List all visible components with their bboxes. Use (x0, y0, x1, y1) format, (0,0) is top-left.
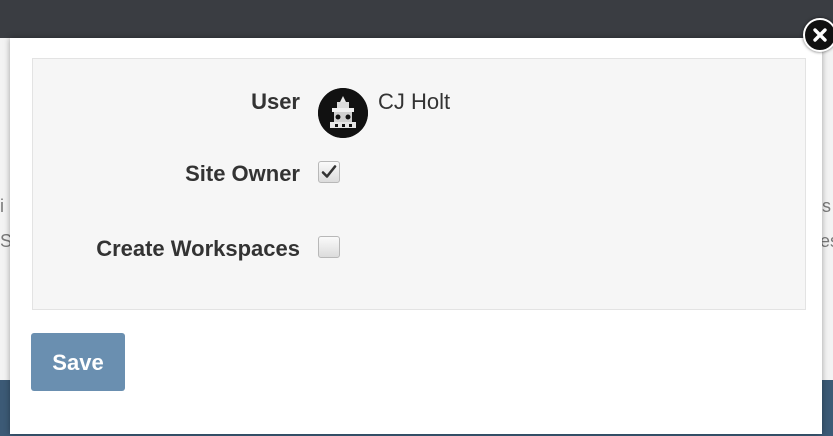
create-workspaces-label: Create Workspaces (96, 236, 300, 261)
user-label: User (251, 89, 300, 114)
site-owner-checkbox[interactable] (318, 161, 340, 183)
close-icon (813, 28, 827, 42)
checkmark-icon (321, 165, 337, 178)
permissions-dialog: User CJ Holt Site Owner Create Workspace… (10, 38, 822, 434)
create-workspaces-row: Create Workspaces (33, 231, 805, 267)
user-name: CJ Holt (378, 89, 451, 114)
close-button[interactable] (803, 18, 833, 52)
site-owner-row: Site Owner (33, 156, 805, 192)
background-text-fragment: s (822, 196, 831, 216)
save-button[interactable]: Save (31, 333, 125, 391)
site-owner-label: Site Owner (185, 161, 300, 186)
page-header-bar (0, 0, 833, 38)
avatar (318, 88, 368, 138)
background-text-fragment: i (0, 196, 4, 216)
user-row: User CJ Holt (33, 84, 805, 138)
create-workspaces-checkbox[interactable] (318, 236, 340, 258)
permissions-panel: User CJ Holt Site Owner Create Workspace… (32, 58, 806, 310)
